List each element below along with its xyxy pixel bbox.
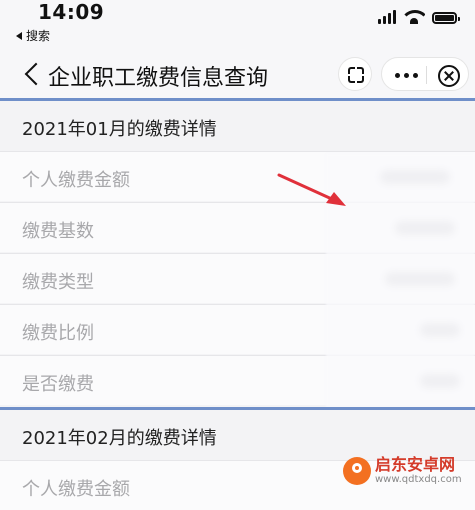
row-label: 个人缴费金额 — [22, 479, 130, 500]
back-app-label: 搜索 — [26, 29, 51, 43]
watermark: 启东安卓网 www.qdtxdq.com — [343, 456, 462, 485]
watermark-url: www.qdtxdq.com — [375, 474, 462, 485]
row-label: 是否缴费 — [22, 374, 94, 395]
privacy-blur-overlay — [326, 154, 475, 410]
watermark-name: 启东安卓网 — [375, 455, 456, 474]
scan-icon — [348, 67, 364, 83]
battery-icon — [432, 12, 460, 24]
navigation-bar: 企业职工缴费信息查询 — [0, 52, 475, 98]
back-triangle-icon — [16, 31, 22, 40]
status-bar: 14:09 搜索 — [0, 0, 475, 52]
section-heading-text: 2021年01月的缴费详情 — [22, 119, 217, 140]
scan-button[interactable] — [338, 57, 372, 91]
status-icons — [378, 10, 460, 24]
section-heading: 2021年02月的缴费详情 — [0, 410, 475, 460]
close-icon[interactable] — [438, 65, 460, 87]
back-chevron-icon[interactable] — [20, 58, 42, 92]
page-title: 企业职工缴费信息查询 — [48, 66, 269, 91]
watermark-logo-icon — [343, 456, 371, 485]
section-heading: 2021年01月的缴费详情 — [0, 101, 475, 151]
annotation-arrow-icon — [277, 173, 346, 206]
clock: 14:09 — [38, 0, 105, 24]
row-label: 个人缴费金额 — [22, 170, 130, 191]
row-label: 缴费基数 — [22, 221, 94, 242]
wifi-icon — [403, 10, 425, 24]
more-icon[interactable] — [395, 73, 418, 78]
back-to-app-link[interactable]: 搜索 — [16, 27, 50, 44]
cellular-signal-icon — [378, 10, 396, 24]
section-heading-text: 2021年02月的缴费详情 — [22, 428, 217, 449]
mini-program-capsule — [381, 57, 469, 91]
row-label: 缴费类型 — [22, 272, 94, 293]
capsule-divider — [426, 66, 427, 84]
row-label: 缴费比例 — [22, 323, 94, 344]
